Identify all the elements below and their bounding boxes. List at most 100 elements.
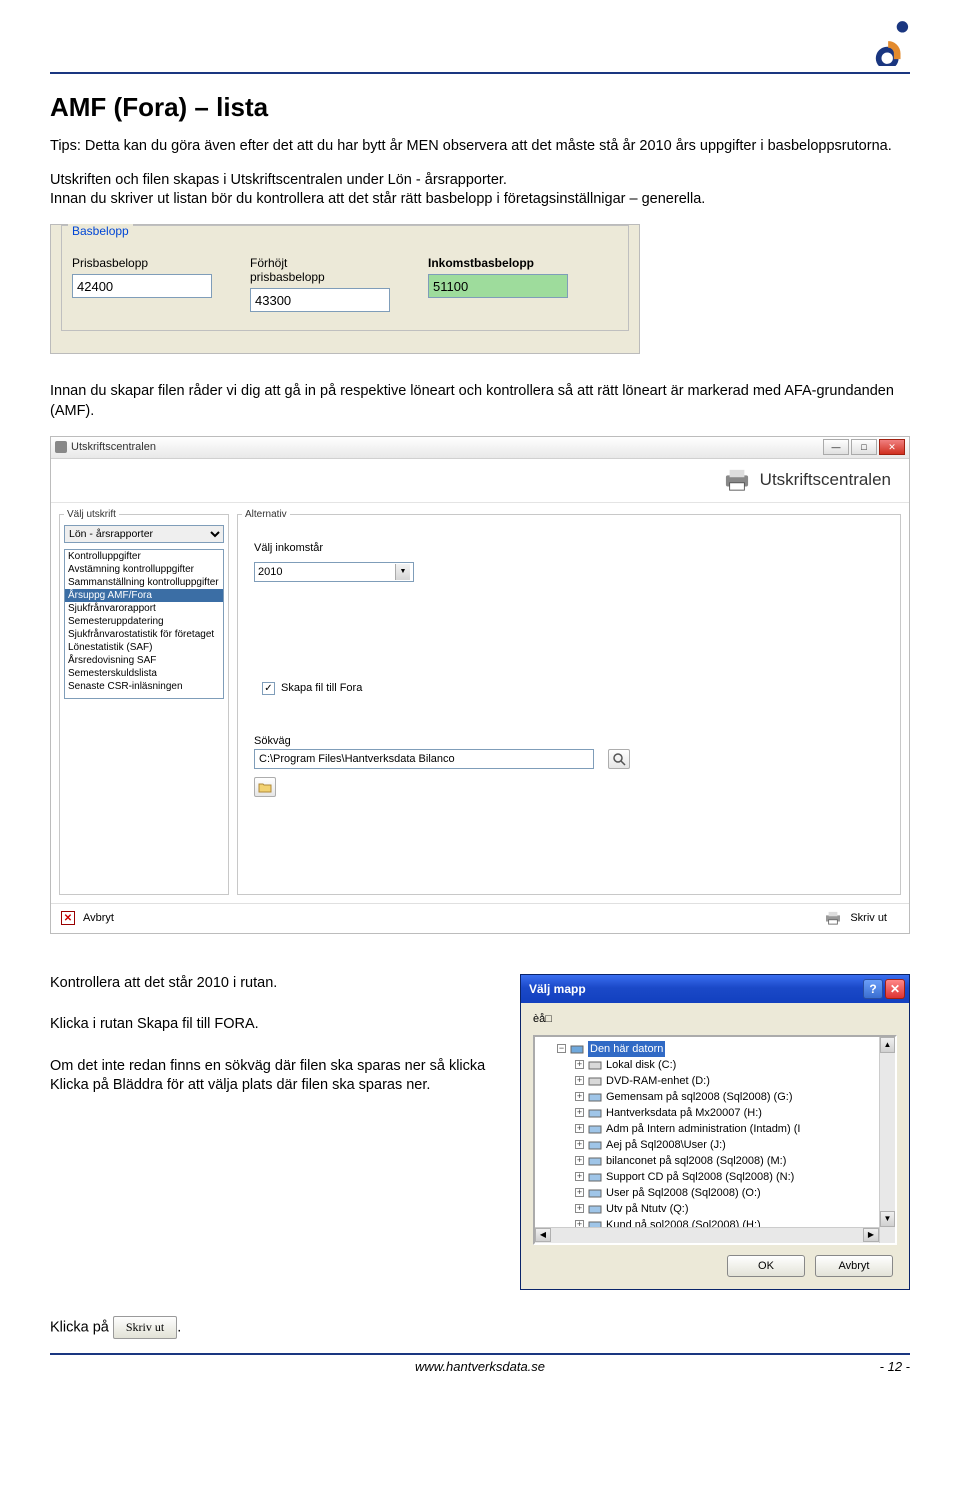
sokvag-label: Sökväg xyxy=(254,735,884,747)
tree-expander-icon[interactable]: + xyxy=(575,1076,584,1085)
drive-icon xyxy=(588,1075,602,1087)
list-item[interactable]: Lönestatistik (SAF) xyxy=(65,641,223,654)
page-footer: www.hantverksdata.se - 12 - xyxy=(50,1353,910,1373)
dialog-description: èå□ xyxy=(533,1013,897,1025)
tree-row[interactable]: +User på Sql2008 (Sql2008) (O:) xyxy=(539,1185,891,1201)
folder-tree[interactable]: −Den här datorn+Lokal disk (C:)+DVD-RAM-… xyxy=(533,1035,897,1245)
folder-open-icon xyxy=(258,781,272,793)
folder-browse-dialog: Välj mapp ? ✕ èå□ −Den här datorn+Lokal … xyxy=(520,974,910,1290)
fora-checkbox[interactable]: ✓ xyxy=(262,682,275,695)
scroll-left-button[interactable]: ◀ xyxy=(535,1228,551,1242)
tree-item-label: Support CD på Sql2008 (Sql2008) (N:) xyxy=(606,1169,794,1185)
left-panel-legend: Välj utskrift xyxy=(64,509,119,520)
instruction-click-skrivut: Klicka på Skriv ut. xyxy=(50,1316,910,1339)
left-panel: Välj utskrift Lön - årsrapporter Kontrol… xyxy=(59,509,229,895)
tree-row[interactable]: +Adm på Intern administration (Intadm) (… xyxy=(539,1121,891,1137)
scroll-down-button[interactable]: ▼ xyxy=(880,1211,895,1227)
skrivut-button[interactable]: Skriv ut xyxy=(113,1316,177,1339)
tree-expander-icon[interactable]: + xyxy=(575,1108,584,1117)
list-item[interactable]: Avstämning kontrolluppgifter xyxy=(65,563,223,576)
printer-small-icon xyxy=(824,911,842,925)
tree-expander-icon[interactable]: − xyxy=(557,1044,566,1053)
list-item[interactable]: Årsuppg AMF/Fora xyxy=(65,589,223,602)
list-item[interactable]: Årsredovisning SAF xyxy=(65,654,223,667)
tree-row[interactable]: + Aej på Sql2008\User (J:) xyxy=(539,1137,891,1153)
forhojt-label: Förhöjt prisbasbelopp xyxy=(250,256,390,285)
tree-item-label: Aej på Sql2008\User (J:) xyxy=(606,1137,726,1153)
tree-expander-icon[interactable]: + xyxy=(575,1188,584,1197)
basbelopp-screenshot: Basbelopp Prisbasbelopp Förhöjt prisbasb… xyxy=(50,224,640,355)
tree-row[interactable]: +Lokal disk (C:) xyxy=(539,1057,891,1073)
tree-row[interactable]: + Support CD på Sql2008 (Sql2008) (N:) xyxy=(539,1169,891,1185)
tree-expander-icon[interactable]: + xyxy=(575,1140,584,1149)
forhojt-label-a: Förhöjt xyxy=(250,256,287,270)
scroll-right-button[interactable]: ▶ xyxy=(863,1228,879,1242)
drive-icon xyxy=(588,1139,602,1151)
instruction-click-fora: Klicka i rutan Skapa fil till FORA. xyxy=(50,1015,506,1035)
list-item[interactable]: Sjukfrånvarorapport xyxy=(65,602,223,615)
dialog-ok-button[interactable]: OK xyxy=(727,1255,805,1277)
cancel-label[interactable]: Avbryt xyxy=(83,912,114,924)
drive-icon xyxy=(588,1203,602,1215)
scroll-up-button[interactable]: ▲ xyxy=(880,1037,895,1053)
sokvag-input[interactable] xyxy=(254,749,594,769)
list-item[interactable]: Semesterskuldslista xyxy=(65,667,223,680)
tree-row[interactable]: + Gemensam på sql2008 (Sql2008) (G:) xyxy=(539,1089,891,1105)
browse-button[interactable] xyxy=(608,749,630,769)
inkomst-input[interactable] xyxy=(428,274,568,298)
list-item[interactable]: Semesteruppdatering xyxy=(65,615,223,628)
vertical-scrollbar[interactable]: ▲ ▼ xyxy=(879,1037,895,1243)
printer-icon xyxy=(722,468,752,492)
footer-url: www.hantverksdata.se xyxy=(415,1359,545,1374)
tree-expander-icon[interactable]: + xyxy=(575,1172,584,1181)
year-label: Välj inkomstår xyxy=(254,542,884,554)
list-item[interactable]: Senaste CSR-inläsningen xyxy=(65,680,223,693)
list-item[interactable]: Sjukfrånvarostatistik för företaget xyxy=(65,628,223,641)
header-logo xyxy=(50,20,910,66)
tree-item-label: Utv på Ntutv (Q:) xyxy=(606,1201,689,1217)
year-value: 2010 xyxy=(258,566,282,578)
drive-icon xyxy=(588,1091,602,1103)
logo-icon xyxy=(872,20,910,66)
forhojt-input[interactable] xyxy=(250,288,390,312)
tree-expander-icon[interactable]: + xyxy=(575,1124,584,1133)
dialog-title-text: Välj mapp xyxy=(529,982,586,996)
year-combo[interactable]: 2010 ▼ xyxy=(254,562,414,582)
drive-icon xyxy=(570,1043,584,1055)
tree-row[interactable]: + DVD-RAM-enhet (D:) xyxy=(539,1073,891,1089)
magnifier-icon xyxy=(612,752,626,766)
window-title-text: Utskriftscentralen xyxy=(71,441,156,453)
tree-item-label: Gemensam på sql2008 (Sql2008) (G:) xyxy=(606,1089,792,1105)
print-label[interactable]: Skriv ut xyxy=(850,912,887,924)
tree-row[interactable]: + Utv på Ntutv (Q:) xyxy=(539,1201,891,1217)
dialog-cancel-button[interactable]: Avbryt xyxy=(815,1255,893,1277)
prisbasbelopp-label: Prisbasbelopp xyxy=(72,256,212,270)
tree-expander-icon[interactable]: + xyxy=(575,1156,584,1165)
window-minimize-button[interactable]: — xyxy=(823,439,849,455)
close-icon[interactable]: ✕ xyxy=(61,911,75,925)
horizontal-scrollbar[interactable]: ◀ ▶ xyxy=(535,1227,879,1243)
tree-row[interactable]: −Den här datorn xyxy=(539,1041,891,1057)
tree-row[interactable]: +Hantverksdata på Mx20007 (H:) xyxy=(539,1105,891,1121)
dialog-close-button[interactable]: ✕ xyxy=(885,979,905,999)
tree-expander-icon[interactable]: + xyxy=(575,1204,584,1213)
last-prefix: Klicka på xyxy=(50,1319,113,1335)
open-folder-button[interactable] xyxy=(254,777,276,797)
dialog-help-button[interactable]: ? xyxy=(863,979,883,999)
drive-icon xyxy=(588,1155,602,1167)
tree-item-label: bilanconet på sql2008 (Sql2008) (M:) xyxy=(606,1153,786,1169)
right-panel-legend: Alternativ xyxy=(242,509,290,520)
report-group-select[interactable]: Lön - årsrapporter xyxy=(64,525,224,543)
report-listbox[interactable]: KontrolluppgifterAvstämning kontrolluppg… xyxy=(64,549,224,699)
tree-row[interactable]: + bilanconet på sql2008 (Sql2008) (M:) xyxy=(539,1153,891,1169)
prisbasbelopp-input[interactable] xyxy=(72,274,212,298)
window-maximize-button[interactable]: □ xyxy=(851,439,877,455)
forhojt-label-b: prisbasbelopp xyxy=(250,270,325,284)
tree-item-label: DVD-RAM-enhet (D:) xyxy=(606,1073,710,1089)
window-close-button[interactable]: ✕ xyxy=(879,439,905,455)
paragraph-utskrift-a: Utskriften och filen skapas i Utskriftsc… xyxy=(50,172,507,188)
tree-expander-icon[interactable]: + xyxy=(575,1092,584,1101)
tree-expander-icon[interactable]: + xyxy=(575,1060,584,1069)
list-item[interactable]: Kontrolluppgifter xyxy=(65,550,223,563)
list-item[interactable]: Sammanställning kontrolluppgifter xyxy=(65,576,223,589)
